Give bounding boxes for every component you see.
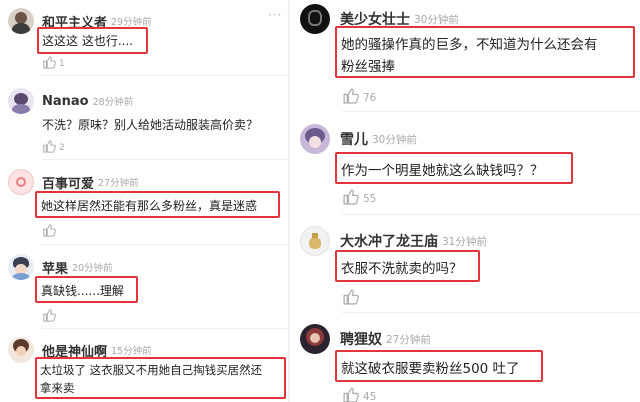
comment-author[interactable]: 大水冲了龙王庙 bbox=[340, 231, 438, 251]
comment-text-line: 她的骚操作真的巨多，不知道为什么还会有 bbox=[341, 37, 598, 53]
comment-text: 不洗？原味？别人给她活动服装高价卖？ bbox=[42, 118, 259, 132]
comment-item: 他是神仙啊 15分钟前 太垃圾了 这衣服又不用她自己掏钱买居然还 拿来卖 bbox=[0, 333, 288, 402]
avatar[interactable] bbox=[300, 226, 330, 256]
comment-time: 30分钟前 bbox=[414, 13, 459, 26]
comment-text: 她这样居然还能有那么多粉丝，真是迷惑 bbox=[41, 199, 258, 213]
like-button[interactable]: 2 bbox=[42, 139, 65, 153]
avatar[interactable] bbox=[300, 4, 330, 34]
comment-time: 27分钟前 bbox=[98, 178, 139, 189]
thumbs-up-icon bbox=[343, 88, 359, 104]
comment-author[interactable]: Nanao bbox=[42, 94, 89, 109]
divider bbox=[42, 159, 288, 160]
comment-text: 作为一个明星她就这么缺钱吗？？ bbox=[341, 163, 544, 179]
more-dots-icon[interactable]: ··· bbox=[268, 8, 282, 22]
comment-time: 31分钟前 bbox=[442, 235, 487, 248]
avatar[interactable] bbox=[8, 337, 34, 363]
comment-item: 大水冲了龙王庙 31分钟前 衣服不洗就卖的吗？ bbox=[290, 220, 640, 313]
like-button[interactable] bbox=[42, 223, 59, 237]
avatar[interactable] bbox=[300, 324, 330, 354]
comment-text: 真缺钱......理解 bbox=[41, 284, 124, 298]
comment-author[interactable]: 聘狸奴 bbox=[340, 329, 382, 349]
avatar[interactable] bbox=[8, 254, 34, 280]
thumbs-up-icon bbox=[43, 140, 56, 153]
like-count: 2 bbox=[59, 143, 65, 153]
like-count: 1 bbox=[59, 59, 65, 69]
divider bbox=[342, 214, 640, 215]
comment-text-line: 拿来卖 bbox=[40, 381, 75, 395]
comment-time: 29分钟前 bbox=[111, 17, 152, 28]
comment-item: 和平主义者 29分钟前 ··· 这这这 这也行.... 1 bbox=[0, 0, 288, 76]
comment-time: 27分钟前 bbox=[386, 333, 431, 346]
comment-time: 30分钟前 bbox=[372, 133, 417, 146]
divider bbox=[42, 244, 288, 245]
like-button[interactable]: 1 bbox=[42, 55, 65, 69]
comment-item: 聘狸奴 27分钟前 就这破衣服要卖粉丝500 吐了 45 bbox=[290, 318, 640, 402]
comment-item: 雪儿 30分钟前 作为一个明星她就这么缺钱吗？？ 55 bbox=[290, 118, 640, 215]
avatar[interactable] bbox=[8, 8, 34, 34]
comment-author[interactable]: 雪儿 bbox=[340, 129, 368, 149]
divider bbox=[42, 328, 288, 329]
comment-item: 苹果 20分钟前 真缺钱......理解 bbox=[0, 248, 288, 329]
comment-text: 就这破衣服要卖粉丝500 吐了 bbox=[341, 361, 520, 377]
comment-time: 15分钟前 bbox=[111, 346, 152, 357]
like-button[interactable] bbox=[342, 288, 363, 305]
right-comment-column: 美少女壮士 30分钟前 她的骚操作真的巨多，不知道为什么还会有 粉丝强捧 76 … bbox=[290, 0, 640, 402]
like-button[interactable]: 55 bbox=[342, 188, 376, 205]
thumbs-up-icon bbox=[43, 224, 56, 237]
divider bbox=[342, 111, 640, 112]
like-button[interactable]: 45 bbox=[342, 386, 376, 402]
divider bbox=[342, 312, 640, 313]
left-comment-column: 和平主义者 29分钟前 ··· 这这这 这也行.... 1 Nanao 28分钟… bbox=[0, 0, 288, 402]
like-count: 45 bbox=[363, 391, 377, 402]
like-button[interactable] bbox=[42, 308, 59, 322]
comment-item: 美少女壮士 30分钟前 她的骚操作真的巨多，不知道为什么还会有 粉丝强捧 76 bbox=[290, 0, 640, 112]
thumbs-up-icon bbox=[343, 189, 359, 205]
comment-text: 衣服不洗就卖的吗？ bbox=[341, 261, 463, 277]
comment-time: 28分钟前 bbox=[92, 97, 134, 108]
thumbs-up-icon bbox=[43, 56, 56, 69]
thumbs-up-icon bbox=[343, 387, 359, 402]
like-button[interactable]: 76 bbox=[342, 87, 376, 104]
avatar[interactable] bbox=[8, 88, 34, 114]
avatar[interactable] bbox=[8, 169, 34, 195]
comment-text-line: 太垃圾了 这衣服又不用她自己掏钱买居然还 bbox=[40, 363, 263, 377]
comment-text-line: 粉丝强捧 bbox=[341, 59, 395, 75]
like-count: 55 bbox=[363, 193, 377, 205]
thumbs-up-icon bbox=[43, 309, 56, 322]
avatar[interactable] bbox=[300, 124, 330, 154]
comment-item: Nanao 28分钟前 不洗？原味？别人给她活动服装高价卖？ 2 bbox=[0, 80, 288, 160]
comment-text: 这这这 这也行.... bbox=[42, 34, 134, 48]
comment-time: 20分钟前 bbox=[72, 263, 113, 274]
thumbs-up-icon bbox=[343, 289, 359, 305]
comment-author[interactable]: 苹果 bbox=[42, 258, 68, 277]
like-count: 76 bbox=[363, 92, 377, 104]
comment-item: 百事可爱 27分钟前 她这样居然还能有那么多粉丝，真是迷惑 bbox=[0, 163, 288, 245]
comment-author[interactable]: 百事可爱 bbox=[42, 173, 94, 192]
divider bbox=[42, 75, 288, 76]
